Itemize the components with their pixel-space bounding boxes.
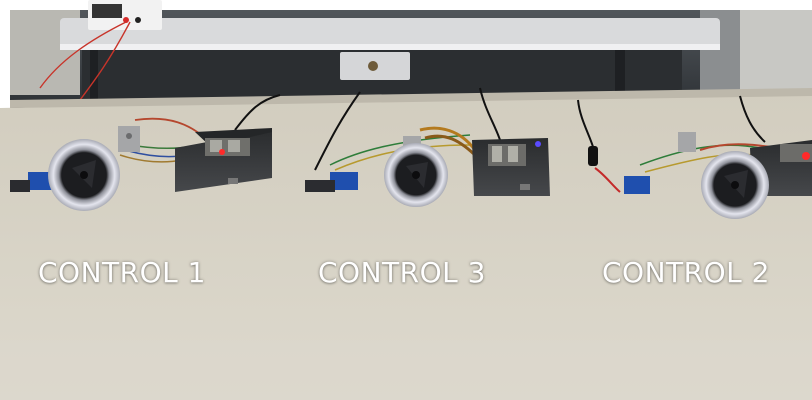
caption-control-3: CONTROL 3 <box>318 256 486 289</box>
video-frame: CONTROL 1 CONTROL 3 CONTROL 2 <box>0 0 812 400</box>
caption-control-1: CONTROL 1 <box>38 256 206 289</box>
lab-bench-photo <box>0 0 812 400</box>
caption-control-2: CONTROL 2 <box>602 256 770 289</box>
